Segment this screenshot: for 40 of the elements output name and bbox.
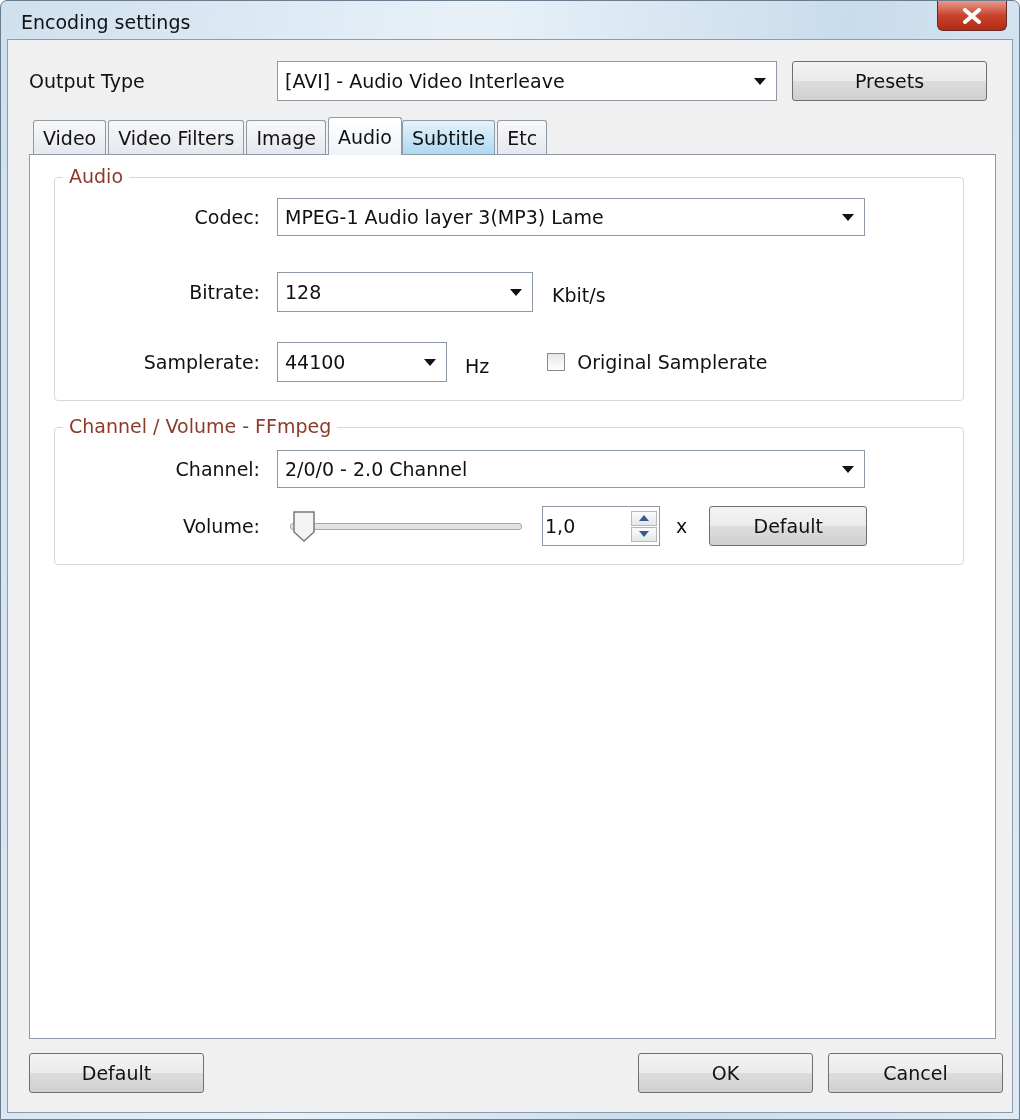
up-arrow-icon[interactable] — [639, 515, 649, 521]
unit-label: x — [676, 515, 688, 537]
close-button[interactable] — [937, 1, 1007, 31]
tab[interactable]: Audio — [328, 117, 402, 155]
samplerate-label: Samplerate: — [142, 351, 260, 373]
dialog-button[interactable]: OK — [638, 1053, 813, 1093]
default-button[interactable]: Default — [709, 506, 868, 546]
volume-spinbox[interactable]: 1,0 — [542, 506, 660, 546]
bitrate-dropdown[interactable]: 128 — [277, 272, 533, 312]
codec-label: Codec: — [193, 206, 260, 228]
unit-label: Hz — [465, 355, 490, 377]
tab[interactable]: Image — [246, 120, 326, 154]
presets-button[interactable]: Presets — [792, 61, 987, 101]
dropdown-arrow-icon — [510, 288, 522, 296]
tab[interactable]: Subtitle — [402, 120, 496, 154]
dropdown-arrow-icon — [754, 77, 766, 85]
volume-label: Volume: — [181, 515, 260, 537]
tab[interactable]: Etc — [497, 120, 548, 154]
tab[interactable]: Video — [33, 120, 107, 154]
channel-label: Channel: — [174, 458, 260, 480]
close-icon — [961, 7, 983, 24]
group-title: Channel / Volume - FFmpeg — [63, 415, 338, 437]
original-samplerate-checkbox[interactable]: Original Samplerate — [547, 351, 768, 373]
dropdown-arrow-icon — [424, 358, 436, 366]
tab[interactable]: Video Filters — [108, 120, 245, 154]
samplerate-dropdown[interactable]: 44100 — [277, 342, 447, 382]
dropdown-arrow-icon — [842, 465, 854, 473]
output-type-label: Output Type — [29, 70, 146, 92]
codec-dropdown[interactable]: MPEG-1 Audio layer 3(MP3) Lame — [277, 198, 865, 236]
dialog-button[interactable]: Cancel — [828, 1053, 1003, 1093]
output-type-dropdown[interactable]: [AVI] - Audio Video Interleave — [277, 61, 777, 101]
slider-thumb[interactable] — [291, 510, 316, 542]
unit-label: Kbit/s — [552, 283, 606, 308]
volume-slider[interactable] — [290, 508, 522, 544]
bitrate-label: Bitrate: — [188, 281, 260, 303]
down-arrow-icon[interactable] — [639, 531, 649, 537]
window-title: Encoding settings — [20, 10, 191, 33]
dropdown-arrow-icon — [842, 213, 854, 221]
channel-dropdown[interactable]: 2/0/0 - 2.0 Channel — [277, 450, 865, 488]
default-button[interactable]: Default — [29, 1053, 204, 1093]
